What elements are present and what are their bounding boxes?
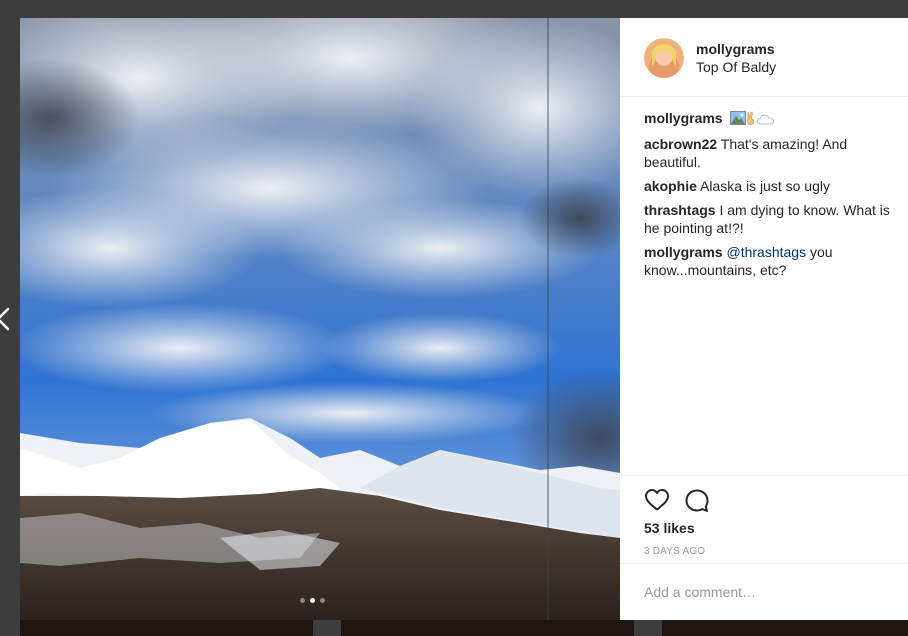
carousel-indicator: [300, 598, 330, 606]
carousel-dot-active[interactable]: [310, 598, 315, 603]
post-location[interactable]: Top Of Baldy: [696, 59, 776, 75]
carousel-dot[interactable]: [320, 598, 325, 603]
post-photo[interactable]: [20, 18, 620, 620]
comment-username[interactable]: acbrown22: [644, 136, 717, 152]
comment: acbrown22 That's amazing! And beautiful.: [644, 135, 902, 171]
comment-username[interactable]: thrashtags: [644, 202, 716, 218]
add-comment-section: [620, 563, 908, 621]
background-thumbnail: [20, 620, 313, 636]
heart-outline-icon: [645, 489, 669, 511]
add-comment-input[interactable]: [644, 581, 894, 603]
comment-button[interactable]: [684, 488, 710, 514]
comment: mollygrams @thrashtags you know...mounta…: [644, 243, 902, 279]
carousel-dot[interactable]: [300, 598, 305, 603]
comment-username[interactable]: mollygrams: [644, 244, 723, 260]
victory-hand-emoji-icon: [746, 111, 756, 129]
post-header: mollygrams Top Of Baldy: [620, 18, 908, 97]
post-actions: 53 likes 3 DAYS AGO: [620, 475, 908, 564]
mountain-photo-emoji-icon: [730, 111, 747, 129]
comment: akophie Alaska is just so ugly: [644, 177, 902, 195]
mention-link[interactable]: @thrashtags: [726, 244, 806, 260]
avatar[interactable]: [644, 38, 684, 78]
cloud-emoji-icon: [757, 111, 775, 129]
comment-username[interactable]: mollygrams: [644, 110, 723, 126]
post-timestamp: 3 DAYS AGO: [644, 546, 706, 557]
comment: thrashtags I am dying to know. What is h…: [644, 201, 902, 237]
post-side-panel: mollygrams Top Of Baldy mollygrams acbro…: [620, 18, 908, 620]
caption: mollygrams: [644, 109, 902, 129]
post-author-username[interactable]: mollygrams: [696, 41, 775, 57]
background-thumbnail: [662, 620, 908, 636]
chevron-left-icon[interactable]: [0, 303, 12, 335]
comment-text: Alaska is just so ugly: [700, 178, 830, 194]
like-button[interactable]: [644, 488, 670, 512]
background-thumbnail: [341, 620, 634, 636]
comment-username[interactable]: akophie: [644, 178, 697, 194]
like-count[interactable]: 53 likes: [644, 520, 695, 536]
speech-bubble-icon: [685, 489, 709, 512]
comment-list: mollygrams acbrown22 That's amazing! And: [644, 109, 902, 285]
